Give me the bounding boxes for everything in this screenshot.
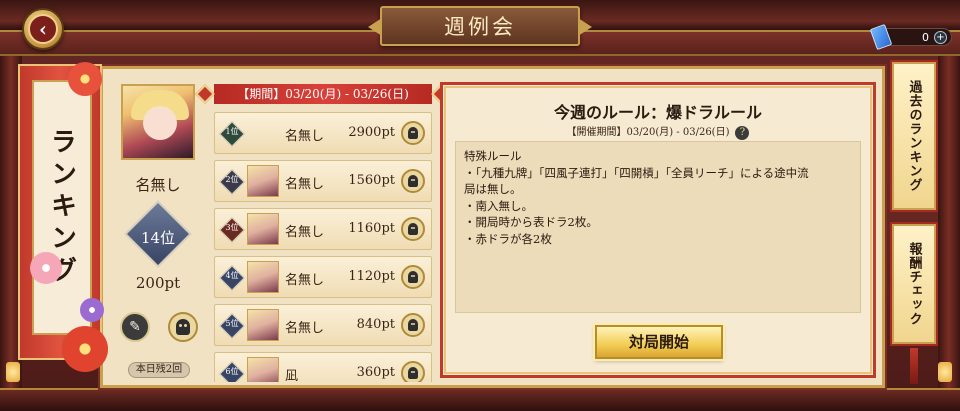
flower-icon bbox=[80, 298, 104, 322]
ranking-banner-paper: ランキング bbox=[32, 80, 92, 335]
row-player-name: 名無し bbox=[285, 177, 325, 192]
row-points: 1560pt bbox=[348, 173, 395, 188]
back-arrow-icon: ‹ bbox=[28, 14, 58, 44]
rule-description: 特殊ルール ・「九種九牌」「四風子連打」「四開槓」「全員リーチ」による途中流 局… bbox=[455, 141, 861, 313]
rule-period: 【開催期間】03/20(月) - 03/26(日)? bbox=[443, 123, 873, 140]
right-pillar bbox=[938, 56, 960, 411]
rule-line: ・開局時から表ドラ2枚。 bbox=[464, 215, 598, 229]
character-icon[interactable] bbox=[401, 361, 425, 382]
row-points: 2900pt bbox=[348, 125, 395, 140]
row-points: 360pt bbox=[356, 365, 395, 380]
player-points: 200pt bbox=[135, 274, 181, 292]
ticket-counter: 0 + bbox=[869, 23, 952, 51]
start-match-button[interactable]: 対局開始 bbox=[595, 325, 723, 359]
row-player-name: 名無し bbox=[285, 321, 325, 336]
ranking-list[interactable]: 1位 名無し 2900pt 2位 名無し 1560pt 3位 名無し 1160p… bbox=[214, 112, 432, 382]
row-avatar bbox=[247, 357, 279, 382]
reward-check-tab[interactable]: 報酬チェック bbox=[892, 224, 936, 344]
character-icon[interactable] bbox=[401, 313, 425, 337]
rank-badge-label: 6位 bbox=[225, 367, 239, 376]
back-button[interactable]: ‹ bbox=[22, 8, 64, 50]
row-player-name: 名無し bbox=[285, 129, 325, 144]
rank-badge-label: 3位 bbox=[225, 223, 239, 232]
edit-pen-icon[interactable]: ✎ bbox=[120, 312, 150, 342]
lantern-icon bbox=[6, 362, 20, 382]
add-ticket-button[interactable]: + bbox=[934, 30, 947, 44]
character-icon[interactable] bbox=[401, 121, 425, 145]
rank-badge-label: 5位 bbox=[225, 319, 239, 328]
tassel-decoration bbox=[910, 348, 918, 384]
rank-badge-label: 1位 bbox=[225, 127, 239, 136]
avatar-face bbox=[143, 106, 177, 140]
flower-icon bbox=[62, 326, 108, 372]
row-player-name: 名無し bbox=[285, 273, 325, 288]
character-icon[interactable] bbox=[401, 217, 425, 241]
row-player-name: 凪 bbox=[285, 369, 299, 382]
rule-line: 局は無し。 bbox=[464, 182, 522, 196]
ranking-row[interactable]: 5位 名無し 840pt bbox=[214, 304, 432, 346]
rule-line: ・「九種九牌」「四風子連打」「四開槓」「全員リーチ」による途中流 bbox=[464, 165, 809, 180]
floor-beam bbox=[0, 388, 960, 411]
rule-line: ・南入無し。 bbox=[464, 198, 533, 213]
ranking-row[interactable]: 2位 名無し 1560pt bbox=[214, 160, 432, 202]
title-plaque: 週例会 bbox=[380, 6, 580, 46]
row-avatar bbox=[247, 213, 279, 245]
rule-line: ・赤ドラが各2枚 bbox=[464, 231, 552, 246]
rule-title: 今週のルール：爆ドラルール bbox=[553, 103, 762, 122]
player-avatar[interactable] bbox=[121, 84, 195, 160]
ranking-row[interactable]: 1位 名無し 2900pt bbox=[214, 112, 432, 154]
row-points: 840pt bbox=[356, 317, 395, 332]
player-profile: 名無し 14位 200pt ✎ 本日残2回 bbox=[108, 78, 208, 380]
past-ranking-label: 過去のランキング bbox=[906, 80, 922, 192]
rank-badge-label: 2位 bbox=[225, 175, 239, 184]
player-name: 名無し bbox=[135, 176, 181, 194]
page-title: 週例会 bbox=[444, 15, 516, 39]
row-points: 1120pt bbox=[348, 269, 395, 284]
ranking-row[interactable]: 3位 名無し 1160pt bbox=[214, 208, 432, 250]
rule-period-text: 【開催期間】03/20(月) - 03/26(日) bbox=[566, 127, 730, 138]
row-points: 1160pt bbox=[348, 221, 395, 236]
ticket-count: 0 bbox=[922, 30, 929, 44]
ranking-row[interactable]: 6位 凪 360pt bbox=[214, 352, 432, 382]
past-ranking-tab[interactable]: 過去のランキング bbox=[892, 62, 936, 210]
rank-badge-label: 4位 bbox=[225, 271, 239, 280]
ranking-row[interactable]: 4位 名無し 1120pt bbox=[214, 256, 432, 298]
flower-icon bbox=[30, 252, 62, 284]
lantern-icon bbox=[938, 362, 952, 382]
remaining-plays: 本日残2回 bbox=[128, 362, 190, 378]
player-rank: 14位 bbox=[140, 229, 176, 247]
character-icon[interactable] bbox=[401, 169, 425, 193]
character-icon[interactable] bbox=[401, 265, 425, 289]
help-icon[interactable]: ? bbox=[735, 125, 750, 140]
row-avatar bbox=[247, 261, 279, 293]
rule-line: 特殊ルール bbox=[464, 149, 522, 163]
row-player-name: 名無し bbox=[285, 225, 325, 240]
row-avatar bbox=[247, 165, 279, 197]
period-bar: 【期間】03/20(月) - 03/26(日) bbox=[214, 84, 432, 104]
character-icon[interactable] bbox=[168, 312, 198, 342]
flower-icon bbox=[68, 62, 102, 96]
reward-check-label: 報酬チェック bbox=[906, 242, 922, 326]
rule-panel: 今週のルール：爆ドラルール 【開催期間】03/20(月) - 03/26(日)?… bbox=[440, 82, 876, 378]
row-avatar bbox=[247, 309, 279, 341]
